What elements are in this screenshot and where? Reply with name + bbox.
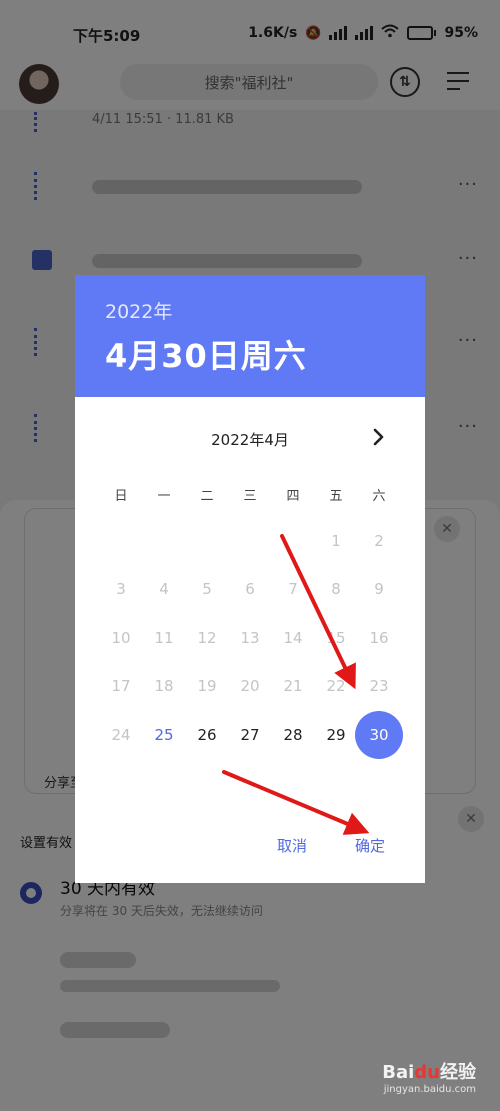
day-cell: 20 — [240, 677, 260, 695]
next-month-button[interactable] — [371, 427, 387, 447]
selected-year[interactable]: 2022年 — [105, 297, 172, 324]
day-cell: 19 — [197, 677, 217, 695]
weekday-label: 二 — [200, 489, 214, 504]
date-picker-header: 2022年 4月30日周六 — [75, 275, 425, 397]
day-cell: 12 — [197, 629, 217, 647]
day-cell: 3 — [116, 580, 126, 598]
day-cell[interactable]: 28 — [271, 713, 315, 757]
day-cell: 10 — [111, 629, 131, 647]
selected-date: 4月30日周六 — [105, 337, 307, 375]
day-cell[interactable]: 27 — [228, 713, 272, 757]
day-cell: 18 — [154, 677, 174, 695]
watermark-url: jingyan.baidu.com — [383, 1084, 476, 1095]
day-cell: 6 — [245, 580, 255, 598]
day-cell[interactable]: 26 — [185, 713, 229, 757]
weekday-label: 六 — [372, 489, 386, 504]
day-cell: 22 — [326, 677, 346, 695]
watermark-logo: Baidu经验 — [382, 1062, 476, 1083]
day-cell: 13 — [240, 629, 260, 647]
day-cell: 21 — [283, 677, 303, 695]
day-cell: 24 — [111, 726, 131, 744]
weekday-label: 一 — [157, 489, 171, 504]
day-cell: 7 — [288, 580, 298, 598]
day-cell: 15 — [326, 629, 346, 647]
day-cell: 17 — [111, 677, 131, 695]
confirm-button[interactable]: 确定 — [355, 835, 385, 856]
day-cell: 4 — [159, 580, 169, 598]
weekday-label: 三 — [243, 489, 257, 504]
day-cell: 14 — [283, 629, 303, 647]
day-cell: 5 — [202, 580, 212, 598]
day-cell[interactable]: 29 — [314, 713, 358, 757]
day-cell: 8 — [331, 580, 341, 598]
baidu-watermark: Baidu经验 jingyan.baidu.com — [382, 1058, 476, 1095]
weekday-label: 四 — [286, 489, 300, 504]
day-cell: 11 — [154, 629, 174, 647]
date-picker-dialog: 2022年 4月30日周六 2022年4月 日一二三四五六 1234567891… — [75, 275, 425, 883]
day-cell: 9 — [374, 580, 384, 598]
day-cell: 16 — [369, 629, 389, 647]
day-cell[interactable]: 25 — [142, 713, 186, 757]
day-cell: 1 — [331, 532, 341, 550]
day-cell: 2 — [374, 532, 384, 550]
cancel-button[interactable]: 取消 — [277, 835, 307, 856]
chevron-right-icon — [373, 428, 384, 446]
weekday-label: 五 — [329, 489, 343, 504]
day-cell-selected[interactable]: 30 — [355, 711, 403, 759]
day-cell: 23 — [369, 677, 389, 695]
weekday-label: 日 — [114, 489, 128, 504]
